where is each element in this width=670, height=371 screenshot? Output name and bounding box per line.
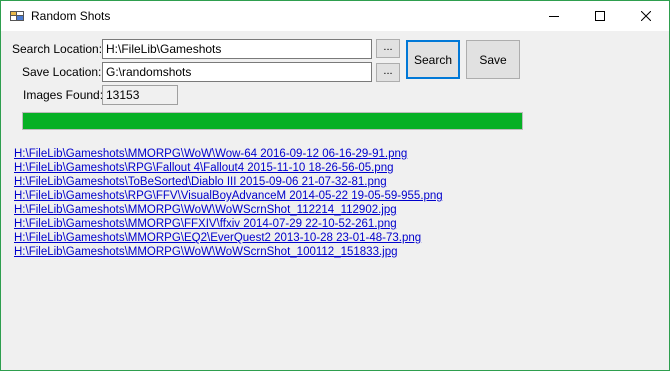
result-link[interactable]: H:\FileLib\Gameshots\MMORPG\WoW\Wow-64 2… xyxy=(14,147,654,161)
browse-save-button[interactable]: ... xyxy=(376,63,400,82)
browse-search-button[interactable]: ... xyxy=(376,39,400,58)
save-location-input[interactable]: G:\randomshots xyxy=(102,62,372,82)
title-bar[interactable]: Random Shots xyxy=(1,1,669,31)
save-button[interactable]: Save xyxy=(466,40,520,79)
search-location-label: Search Location: xyxy=(12,42,103,56)
window-title: Random Shots xyxy=(31,9,111,23)
result-link[interactable]: H:\FileLib\Gameshots\MMORPG\EQ2\EverQues… xyxy=(14,231,654,245)
result-link[interactable]: H:\FileLib\Gameshots\RPG\FFV\VisualBoyAd… xyxy=(14,189,654,203)
images-found-field: 13153 xyxy=(102,85,178,105)
progress-bar xyxy=(22,112,523,130)
app-window: Random Shots Search Location: H:\FileLib… xyxy=(0,0,670,371)
results-list: H:\FileLib\Gameshots\MMORPG\WoW\Wow-64 2… xyxy=(14,147,654,259)
minimize-button[interactable] xyxy=(531,1,577,31)
result-link[interactable]: H:\FileLib\Gameshots\MMORPG\FFXIV\ffxiv … xyxy=(14,217,654,231)
close-icon xyxy=(641,11,651,21)
images-found-label: Images Found: xyxy=(23,88,104,102)
maximize-button[interactable] xyxy=(577,1,623,31)
result-link[interactable]: H:\FileLib\Gameshots\MMORPG\WoW\WoWScrnS… xyxy=(14,203,654,217)
search-location-input[interactable]: H:\FileLib\Gameshots xyxy=(102,39,372,59)
close-button[interactable] xyxy=(623,1,669,31)
save-location-label: Save Location: xyxy=(22,65,102,79)
result-link[interactable]: H:\FileLib\Gameshots\ToBeSorted\Diablo I… xyxy=(14,175,654,189)
progress-fill xyxy=(23,113,522,129)
search-button[interactable]: Search xyxy=(406,40,460,79)
result-link[interactable]: H:\FileLib\Gameshots\MMORPG\WoW\WoWScrnS… xyxy=(14,245,654,259)
app-icon xyxy=(10,9,24,23)
maximize-icon xyxy=(595,11,605,21)
minimize-icon xyxy=(549,16,559,17)
result-link[interactable]: H:\FileLib\Gameshots\RPG\Fallout 4\Fallo… xyxy=(14,161,654,175)
